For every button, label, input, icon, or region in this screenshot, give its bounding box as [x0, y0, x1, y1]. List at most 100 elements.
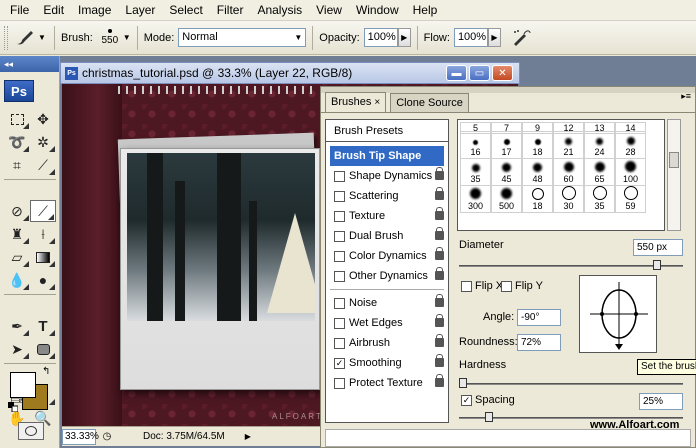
brush-tip[interactable]: 18 [522, 185, 553, 213]
option-checkbox[interactable] [334, 190, 345, 202]
brush-tip[interactable]: 300 [460, 185, 491, 213]
brush-tip[interactable]: 45 [491, 158, 522, 186]
lock-icon[interactable] [435, 354, 444, 367]
brush-tip-shape-item[interactable]: Brush Tip Shape [330, 146, 444, 166]
hardness-slider[interactable] [459, 383, 683, 385]
lock-icon[interactable] [435, 294, 444, 307]
flow-field[interactable]: 100% [453, 28, 488, 47]
swap-colors-icon[interactable]: ↰ [42, 366, 50, 377]
brush-tip[interactable]: 21 [553, 131, 584, 159]
option-checkbox[interactable] [334, 317, 345, 329]
brush-tip[interactable]: 60 [553, 158, 584, 186]
brush-tip[interactable]: 30 [553, 185, 584, 213]
menu-analysis[interactable]: Analysis [250, 0, 309, 21]
tool-preset-picker[interactable]: ▼ [12, 25, 48, 51]
document-titlebar[interactable]: Ps christmas_tutorial.psd @ 33.3% (Layer… [60, 62, 520, 84]
opacity-field[interactable]: 100% [363, 28, 398, 47]
lock-icon[interactable] [435, 227, 444, 240]
menu-select[interactable]: Select [162, 0, 209, 21]
diameter-field[interactable]: 550 px [633, 239, 683, 256]
airbrush-toggle[interactable] [507, 25, 535, 51]
brush-tip[interactable]: 28 [615, 131, 646, 159]
angle-field[interactable]: -90° [517, 309, 561, 326]
gradient-tool[interactable] [30, 246, 56, 268]
dodge-tool[interactable]: ● [30, 269, 56, 291]
crop-tool[interactable]: ⌗ [4, 154, 30, 176]
menu-filter[interactable]: Filter [210, 0, 251, 21]
lasso-tool[interactable]: ➰ [4, 131, 30, 153]
tab-brushes[interactable]: Brushes × [325, 92, 387, 112]
brush-picker[interactable]: 550 [99, 29, 121, 46]
toolbox-header[interactable]: ◂◂ [0, 56, 59, 72]
menu-image[interactable]: Image [71, 0, 118, 21]
brush-tip[interactable]: 17 [491, 131, 522, 159]
brush-option-item[interactable]: Wet Edges [326, 313, 448, 333]
lock-icon[interactable] [435, 267, 444, 280]
lock-icon[interactable] [435, 314, 444, 327]
options-grip[interactable] [4, 25, 8, 50]
brush-option-item[interactable]: Other Dynamics [326, 266, 448, 286]
triangle-right-icon[interactable]: ▶ [245, 432, 251, 441]
option-checkbox[interactable] [334, 230, 345, 242]
brush-tip[interactable]: 35 [460, 158, 491, 186]
menu-view[interactable]: View [309, 0, 349, 21]
brush-tip[interactable]: 35 [584, 185, 615, 213]
spacing-field[interactable]: 25% [639, 393, 683, 410]
tab-clone-source[interactable]: Clone Source [390, 93, 469, 112]
brush-option-item[interactable]: Shape Dynamics [326, 166, 448, 186]
option-checkbox[interactable] [334, 210, 345, 222]
maximize-button[interactable]: ▭ [469, 65, 490, 81]
scrollbar-thumb[interactable] [669, 152, 679, 168]
lock-icon[interactable] [435, 167, 444, 180]
angle-roundness-preview[interactable] [579, 275, 657, 353]
option-checkbox[interactable] [334, 377, 345, 389]
menu-file[interactable]: File [3, 0, 36, 21]
option-checkbox[interactable] [334, 270, 345, 282]
mode-select[interactable]: Normal ▼ [178, 28, 307, 47]
lock-icon[interactable] [435, 247, 444, 260]
history-brush-tool[interactable]: ⟊ [30, 223, 56, 245]
shape-tool[interactable] [30, 338, 56, 360]
brush-tip[interactable]: 59 [615, 185, 646, 213]
brush-option-item[interactable]: Scattering [326, 186, 448, 206]
type-tool[interactable]: T [30, 315, 56, 337]
close-button[interactable]: ✕ [492, 65, 513, 81]
ps-logo[interactable]: Ps [4, 80, 34, 102]
brush-option-item[interactable]: Texture [326, 206, 448, 226]
option-checkbox[interactable] [334, 337, 345, 349]
option-checkbox[interactable] [334, 250, 345, 262]
flow-slider-button[interactable]: ▶ [487, 28, 501, 47]
brush-tip[interactable]: 100 [615, 158, 646, 186]
menu-layer[interactable]: Layer [118, 0, 162, 21]
eyedropper-tool[interactable]: ⟋ [30, 154, 56, 176]
lock-icon[interactable] [435, 374, 444, 387]
tip-grid-scrollbar[interactable] [667, 119, 681, 231]
zoom-field[interactable]: 33.33% [62, 428, 99, 445]
path-selection-tool[interactable]: ➤ [4, 338, 30, 360]
close-icon[interactable]: × [374, 97, 380, 108]
brush-tip[interactable]: 65 [584, 158, 615, 186]
brush-option-item[interactable]: Dual Brush [326, 226, 448, 246]
brush-option-item[interactable]: Color Dynamics [326, 246, 448, 266]
lock-icon[interactable] [435, 187, 444, 200]
brush-option-item[interactable]: Noise [326, 293, 448, 313]
hardness-slider-thumb[interactable] [459, 378, 467, 388]
brush-option-item[interactable]: Protect Texture [326, 373, 448, 393]
opacity-slider-button[interactable]: ▶ [397, 28, 411, 47]
spacing-slider-thumb[interactable] [484, 412, 493, 422]
minimize-button[interactable]: ▬ [446, 65, 467, 81]
option-checkbox[interactable] [334, 170, 345, 182]
flip-x-checkbox[interactable] [461, 281, 472, 292]
menu-help[interactable]: Help [406, 0, 445, 21]
diameter-slider-thumb[interactable] [653, 260, 662, 270]
eraser-tool[interactable]: ▱ [4, 246, 30, 268]
brush-tip[interactable]: 18 [522, 131, 553, 159]
panel-menu-icon[interactable]: ▸≡ [681, 91, 691, 102]
default-colors-icon[interactable] [8, 402, 18, 412]
option-checkbox[interactable]: ✓ [334, 357, 345, 369]
blur-tool[interactable]: 💧 [4, 269, 30, 291]
brush-option-item[interactable]: ✓ Smoothing [326, 353, 448, 373]
magic-wand-tool[interactable]: ✲ [30, 131, 56, 153]
brush-tip[interactable]: 16 [460, 131, 491, 159]
roundness-field[interactable]: 72% [517, 334, 561, 351]
